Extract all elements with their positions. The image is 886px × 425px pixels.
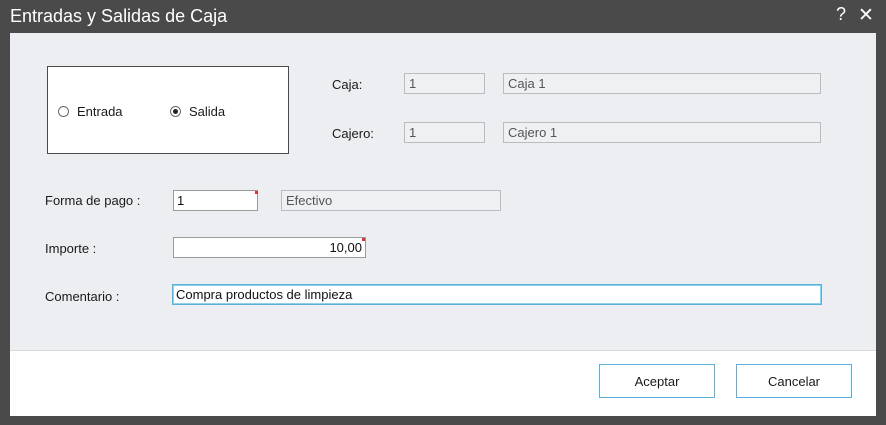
forma-pago-code-input[interactable] — [173, 190, 258, 211]
comentario-input[interactable] — [172, 284, 822, 305]
cajero-name-field: Cajero 1 — [503, 122, 821, 143]
radio-salida[interactable]: Salida — [170, 104, 225, 119]
form-panel: Entrada Salida Caja: 1 Caja 1 Cajero: 1 … — [10, 33, 876, 350]
radio-entrada-label: Entrada — [77, 104, 123, 119]
required-marker — [255, 191, 258, 194]
cajero-code-field: 1 — [404, 122, 485, 143]
radio-salida-label: Salida — [189, 104, 226, 119]
dialog-window: Entradas y Salidas de Caja ? ✕ Entrada S… — [0, 0, 886, 425]
movement-type-group: Entrada Salida — [47, 66, 289, 154]
caja-name-field: Caja 1 — [503, 73, 821, 94]
button-bar: Aceptar Cancelar — [10, 350, 876, 416]
importe-input[interactable] — [173, 237, 366, 258]
importe-label: Importe : — [45, 241, 97, 256]
forma-pago-name-field: Efectivo — [281, 190, 501, 211]
cajero-label: Cajero: — [332, 126, 374, 141]
cancel-button[interactable]: Cancelar — [736, 364, 852, 398]
comentario-label: Comentario : — [45, 289, 120, 304]
window-title: Entradas y Salidas de Caja — [10, 6, 228, 26]
radio-salida-circle[interactable] — [170, 106, 181, 117]
title-bar[interactable]: Entradas y Salidas de Caja ? ✕ — [0, 0, 886, 33]
accept-button[interactable]: Aceptar — [599, 364, 715, 398]
caja-code-field: 1 — [404, 73, 485, 94]
required-marker — [362, 238, 365, 241]
forma-pago-label: Forma de pago : — [45, 193, 141, 208]
radio-entrada[interactable]: Entrada — [58, 104, 123, 119]
caja-label: Caja: — [332, 77, 363, 92]
close-icon[interactable]: ✕ — [858, 4, 874, 27]
radio-entrada-circle[interactable] — [58, 106, 69, 117]
help-icon[interactable]: ? — [836, 4, 846, 25]
